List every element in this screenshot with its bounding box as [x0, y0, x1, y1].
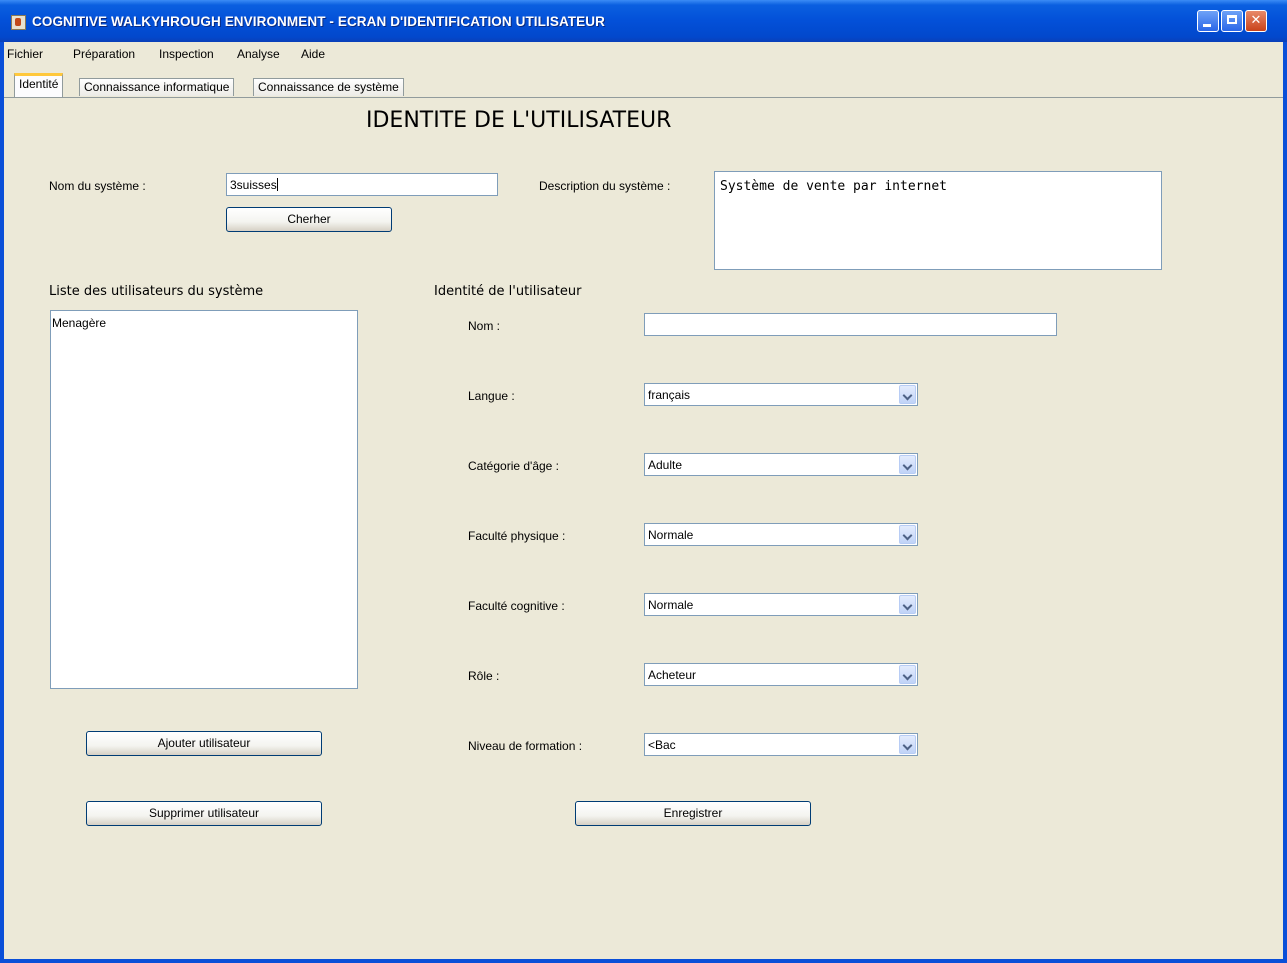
chevron-down-icon[interactable] [899, 735, 916, 754]
menu-fichier[interactable]: Fichier [7, 47, 43, 61]
search-system-button[interactable]: Cherher [226, 207, 392, 232]
page-title: IDENTITE DE L'UTILISATEUR [366, 108, 672, 133]
tab-connaissance-informatique[interactable]: Connaissance informatique [79, 78, 235, 96]
tab-identite[interactable]: Identité [14, 73, 64, 97]
maximize-icon [1227, 15, 1237, 24]
nom-label: Nom : [468, 319, 501, 333]
maximize-button[interactable] [1221, 10, 1243, 32]
age-value: Adulte [648, 458, 683, 472]
menu-bar: Fichier Préparation Inspection Analyse A… [4, 42, 1283, 66]
age-label: Catégorie d'âge : [468, 459, 560, 473]
langue-label: Langue : [468, 389, 515, 403]
formation-select[interactable]: <Bac [644, 733, 918, 756]
java-cup-icon [11, 15, 26, 30]
langue-select[interactable]: français [644, 383, 918, 406]
formation-label: Niveau de formation : [468, 739, 583, 753]
text-caret [276, 178, 278, 191]
system-description-textarea[interactable]: Système de vente par internet [714, 171, 1162, 270]
cognitive-label: Faculté cognitive : [468, 599, 565, 613]
title-bar[interactable]: COGNITIVE WALKYHROUGH ENVIRONMENT - ECRA… [0, 0, 1287, 42]
menu-inspection[interactable]: Inspection [159, 47, 214, 61]
user-listbox[interactable]: Menagère [50, 310, 358, 689]
tab-connaissance-systeme[interactable]: Connaissance de système [253, 78, 404, 96]
minimize-button[interactable] [1197, 10, 1219, 32]
nom-input[interactable] [644, 313, 1057, 336]
save-button[interactable]: Enregistrer [575, 801, 811, 826]
list-item[interactable]: Menagère [51, 311, 357, 330]
physique-select[interactable]: Normale [644, 523, 918, 546]
role-label: Rôle : [468, 669, 500, 683]
minimize-icon [1203, 24, 1211, 27]
delete-user-button[interactable]: Supprimer utilisateur [86, 801, 322, 826]
menu-preparation[interactable]: Préparation [73, 47, 135, 61]
chevron-down-icon[interactable] [899, 595, 916, 614]
tab-divider [4, 97, 1283, 98]
physique-value: Normale [648, 528, 694, 542]
age-select[interactable]: Adulte [644, 453, 918, 476]
chevron-down-icon[interactable] [899, 525, 916, 544]
user-list-title: Liste des utilisateurs du système [49, 284, 264, 299]
system-name-label: Nom du système : [49, 179, 146, 193]
cognitive-select[interactable]: Normale [644, 593, 918, 616]
chevron-down-icon[interactable] [899, 385, 916, 404]
chevron-down-icon[interactable] [899, 665, 916, 684]
user-identity-title: Identité de l'utilisateur [434, 284, 582, 299]
langue-value: français [648, 388, 691, 402]
system-description-label: Description du système : [539, 179, 671, 193]
cognitive-value: Normale [648, 598, 694, 612]
client-area: Fichier Préparation Inspection Analyse A… [4, 42, 1283, 959]
role-value: Acheteur [648, 668, 697, 682]
system-name-input[interactable]: 3suisses [226, 173, 498, 196]
role-select[interactable]: Acheteur [644, 663, 918, 686]
physique-label: Faculté physique : [468, 529, 566, 543]
window-title: COGNITIVE WALKYHROUGH ENVIRONMENT - ECRA… [32, 14, 605, 29]
menu-analyse[interactable]: Analyse [237, 47, 280, 61]
close-icon: ✕ [1250, 13, 1262, 28]
close-button[interactable]: ✕ [1245, 10, 1267, 32]
menu-aide[interactable]: Aide [301, 47, 325, 61]
system-name-value: 3suisses [230, 178, 277, 192]
formation-value: <Bac [648, 738, 676, 752]
application-window: COGNITIVE WALKYHROUGH ENVIRONMENT - ECRA… [0, 0, 1287, 963]
add-user-button[interactable]: Ajouter utilisateur [86, 731, 322, 756]
chevron-down-icon[interactable] [899, 455, 916, 474]
